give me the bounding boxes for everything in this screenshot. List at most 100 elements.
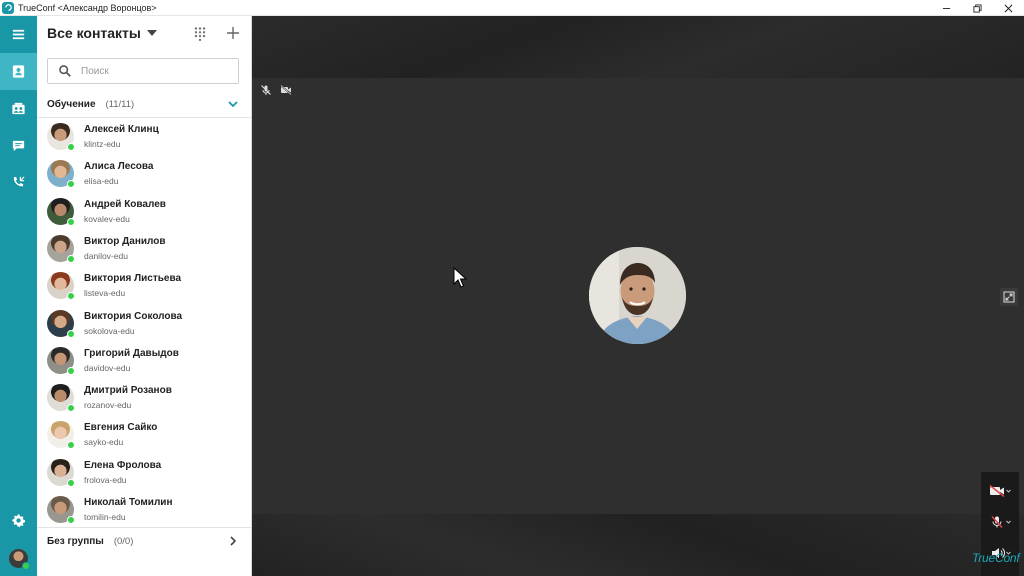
contacts-icon xyxy=(12,65,25,78)
online-status-dot xyxy=(67,180,75,189)
contact-avatar xyxy=(47,160,75,189)
menu-button[interactable] xyxy=(0,16,37,53)
contact-name: Николай Томилин xyxy=(84,497,173,508)
nav-contacts-button[interactable] xyxy=(0,53,37,90)
contact-name: Евгения Сайко xyxy=(84,422,158,434)
online-status-dot xyxy=(67,478,75,487)
contact-login: sayko-edu xyxy=(84,437,124,448)
trueconf-app-icon xyxy=(2,1,14,14)
exit-fullscreen-icon xyxy=(1003,291,1015,303)
contact-login: elisa-edu xyxy=(84,176,119,187)
contact-name: Алексей Клинц xyxy=(84,124,159,135)
online-status-dot xyxy=(67,516,75,524)
contact-item[interactable]: Елена Фролова frolova-edu xyxy=(37,455,251,492)
contact-name: Виктория Соколова xyxy=(84,310,183,322)
camera-off-icon xyxy=(280,84,292,96)
nav-chat-button[interactable] xyxy=(0,127,37,164)
group-name: Без группы xyxy=(47,535,104,547)
contact-login: danilov-edu xyxy=(84,250,128,261)
contact-login: davidov-edu xyxy=(84,362,131,373)
contact-name: Дмитрий Розанов xyxy=(84,385,172,397)
online-status-dot xyxy=(67,217,75,226)
title-bar: TrueConf <Александр Воронцов> xyxy=(0,0,1024,16)
contact-item[interactable]: Виктор Данилов danilov-edu xyxy=(37,231,251,268)
contact-login: listeva-edu xyxy=(84,288,126,299)
group-header-training[interactable]: Обучение (11/11) xyxy=(37,90,251,118)
close-icon xyxy=(1004,4,1013,12)
contact-item[interactable]: Дмитрий Розанов rozanov-edu xyxy=(37,380,251,417)
nav-call-history-button[interactable] xyxy=(0,164,37,201)
contacts-title: Все контакты xyxy=(47,25,141,41)
window-title: TrueConf <Александр Воронцов> xyxy=(18,2,157,13)
background-bottom xyxy=(252,514,1024,576)
contact-login: tomilin-edu xyxy=(84,512,126,522)
call-history-icon xyxy=(13,176,25,187)
contact-item[interactable]: Виктория Соколова sokolova-edu xyxy=(37,306,251,343)
contact-name: Алиса Лесова xyxy=(84,161,154,173)
divider xyxy=(37,117,251,118)
group-count: (11/11) xyxy=(105,98,135,110)
microphone-toggle-button[interactable] xyxy=(981,507,1019,537)
contact-item[interactable]: Евгения Сайко sayko-edu xyxy=(37,417,251,454)
online-status-dot xyxy=(67,404,75,413)
contact-name: Андрей Ковалев xyxy=(84,198,166,210)
chat-icon xyxy=(12,140,25,152)
contact-login: sokolova-edu xyxy=(84,325,135,336)
contact-avatar xyxy=(47,309,75,338)
online-status-dot xyxy=(67,292,75,301)
close-button[interactable] xyxy=(993,0,1024,16)
contact-item[interactable]: Алиса Лесова elisa-edu xyxy=(37,156,251,193)
user-avatar[interactable] xyxy=(9,549,30,570)
add-contact-icon[interactable] xyxy=(225,25,241,41)
contact-login: kovalev-edu xyxy=(84,213,130,224)
search-field[interactable] xyxy=(47,58,239,84)
group-header-no-group[interactable]: Без группы (0/0) xyxy=(37,527,251,555)
group-count: (0/0) xyxy=(113,535,134,547)
contact-avatar xyxy=(47,272,75,301)
background-top xyxy=(252,16,1024,78)
nav-conferences-button[interactable] xyxy=(0,90,37,127)
contact-avatar xyxy=(47,346,75,375)
chevron-down-icon xyxy=(146,30,157,36)
contact-login: rozanov-edu xyxy=(84,400,132,411)
restore-button[interactable] xyxy=(962,0,993,16)
contact-name: Елена Фролова xyxy=(84,459,162,471)
contact-item[interactable]: Николай Томилин tomilin-edu xyxy=(37,492,251,529)
chevron-right-icon[interactable] xyxy=(227,535,239,547)
chevron-down-icon[interactable] xyxy=(227,98,239,110)
contact-item[interactable]: Виктория Листьева listeva-edu xyxy=(37,268,251,305)
minimize-icon xyxy=(942,7,951,9)
mic-muted-icon xyxy=(261,85,271,95)
contact-avatar xyxy=(47,496,75,524)
contact-name: Виктория Листьева xyxy=(84,273,182,285)
settings-icon xyxy=(12,514,26,528)
online-status-dot xyxy=(67,329,75,338)
brand-logo: TrueConf xyxy=(972,551,1020,565)
contact-item[interactable]: Григорий Давыдов davidov-edu xyxy=(37,343,251,380)
online-status-dot xyxy=(67,441,75,450)
contacts-filter-dropdown[interactable]: Все контакты xyxy=(47,25,157,41)
call-area: TrueConf xyxy=(252,16,1024,576)
participant-avatar[interactable] xyxy=(589,247,686,344)
fullscreen-button[interactable] xyxy=(1000,288,1018,306)
contact-avatar xyxy=(47,421,75,450)
contact-avatar xyxy=(47,458,75,487)
settings-button[interactable] xyxy=(0,502,37,539)
camera-off-icon xyxy=(989,485,1011,497)
camera-toggle-button[interactable] xyxy=(981,476,1019,506)
search-input[interactable] xyxy=(81,65,231,77)
participant-photo xyxy=(589,247,686,344)
online-status-dot xyxy=(67,143,75,151)
user-status-dot xyxy=(22,562,30,570)
contact-name: Виктор Данилов xyxy=(84,235,166,247)
dialpad-icon[interactable] xyxy=(192,26,208,42)
group-name: Обучение xyxy=(47,98,96,110)
minimize-button[interactable] xyxy=(931,0,962,16)
contact-item[interactable]: Андрей Ковалев kovalev-edu xyxy=(37,194,251,231)
contacts-panel: Все контакты Обучение (11/11) Алексей Кл… xyxy=(37,16,252,576)
online-status-dot xyxy=(67,366,75,375)
contact-item[interactable]: Алексей Клинц klintz-edu xyxy=(37,119,251,156)
self-status-indicators xyxy=(260,84,292,96)
conferences-icon xyxy=(12,102,25,115)
search-icon xyxy=(59,65,71,77)
